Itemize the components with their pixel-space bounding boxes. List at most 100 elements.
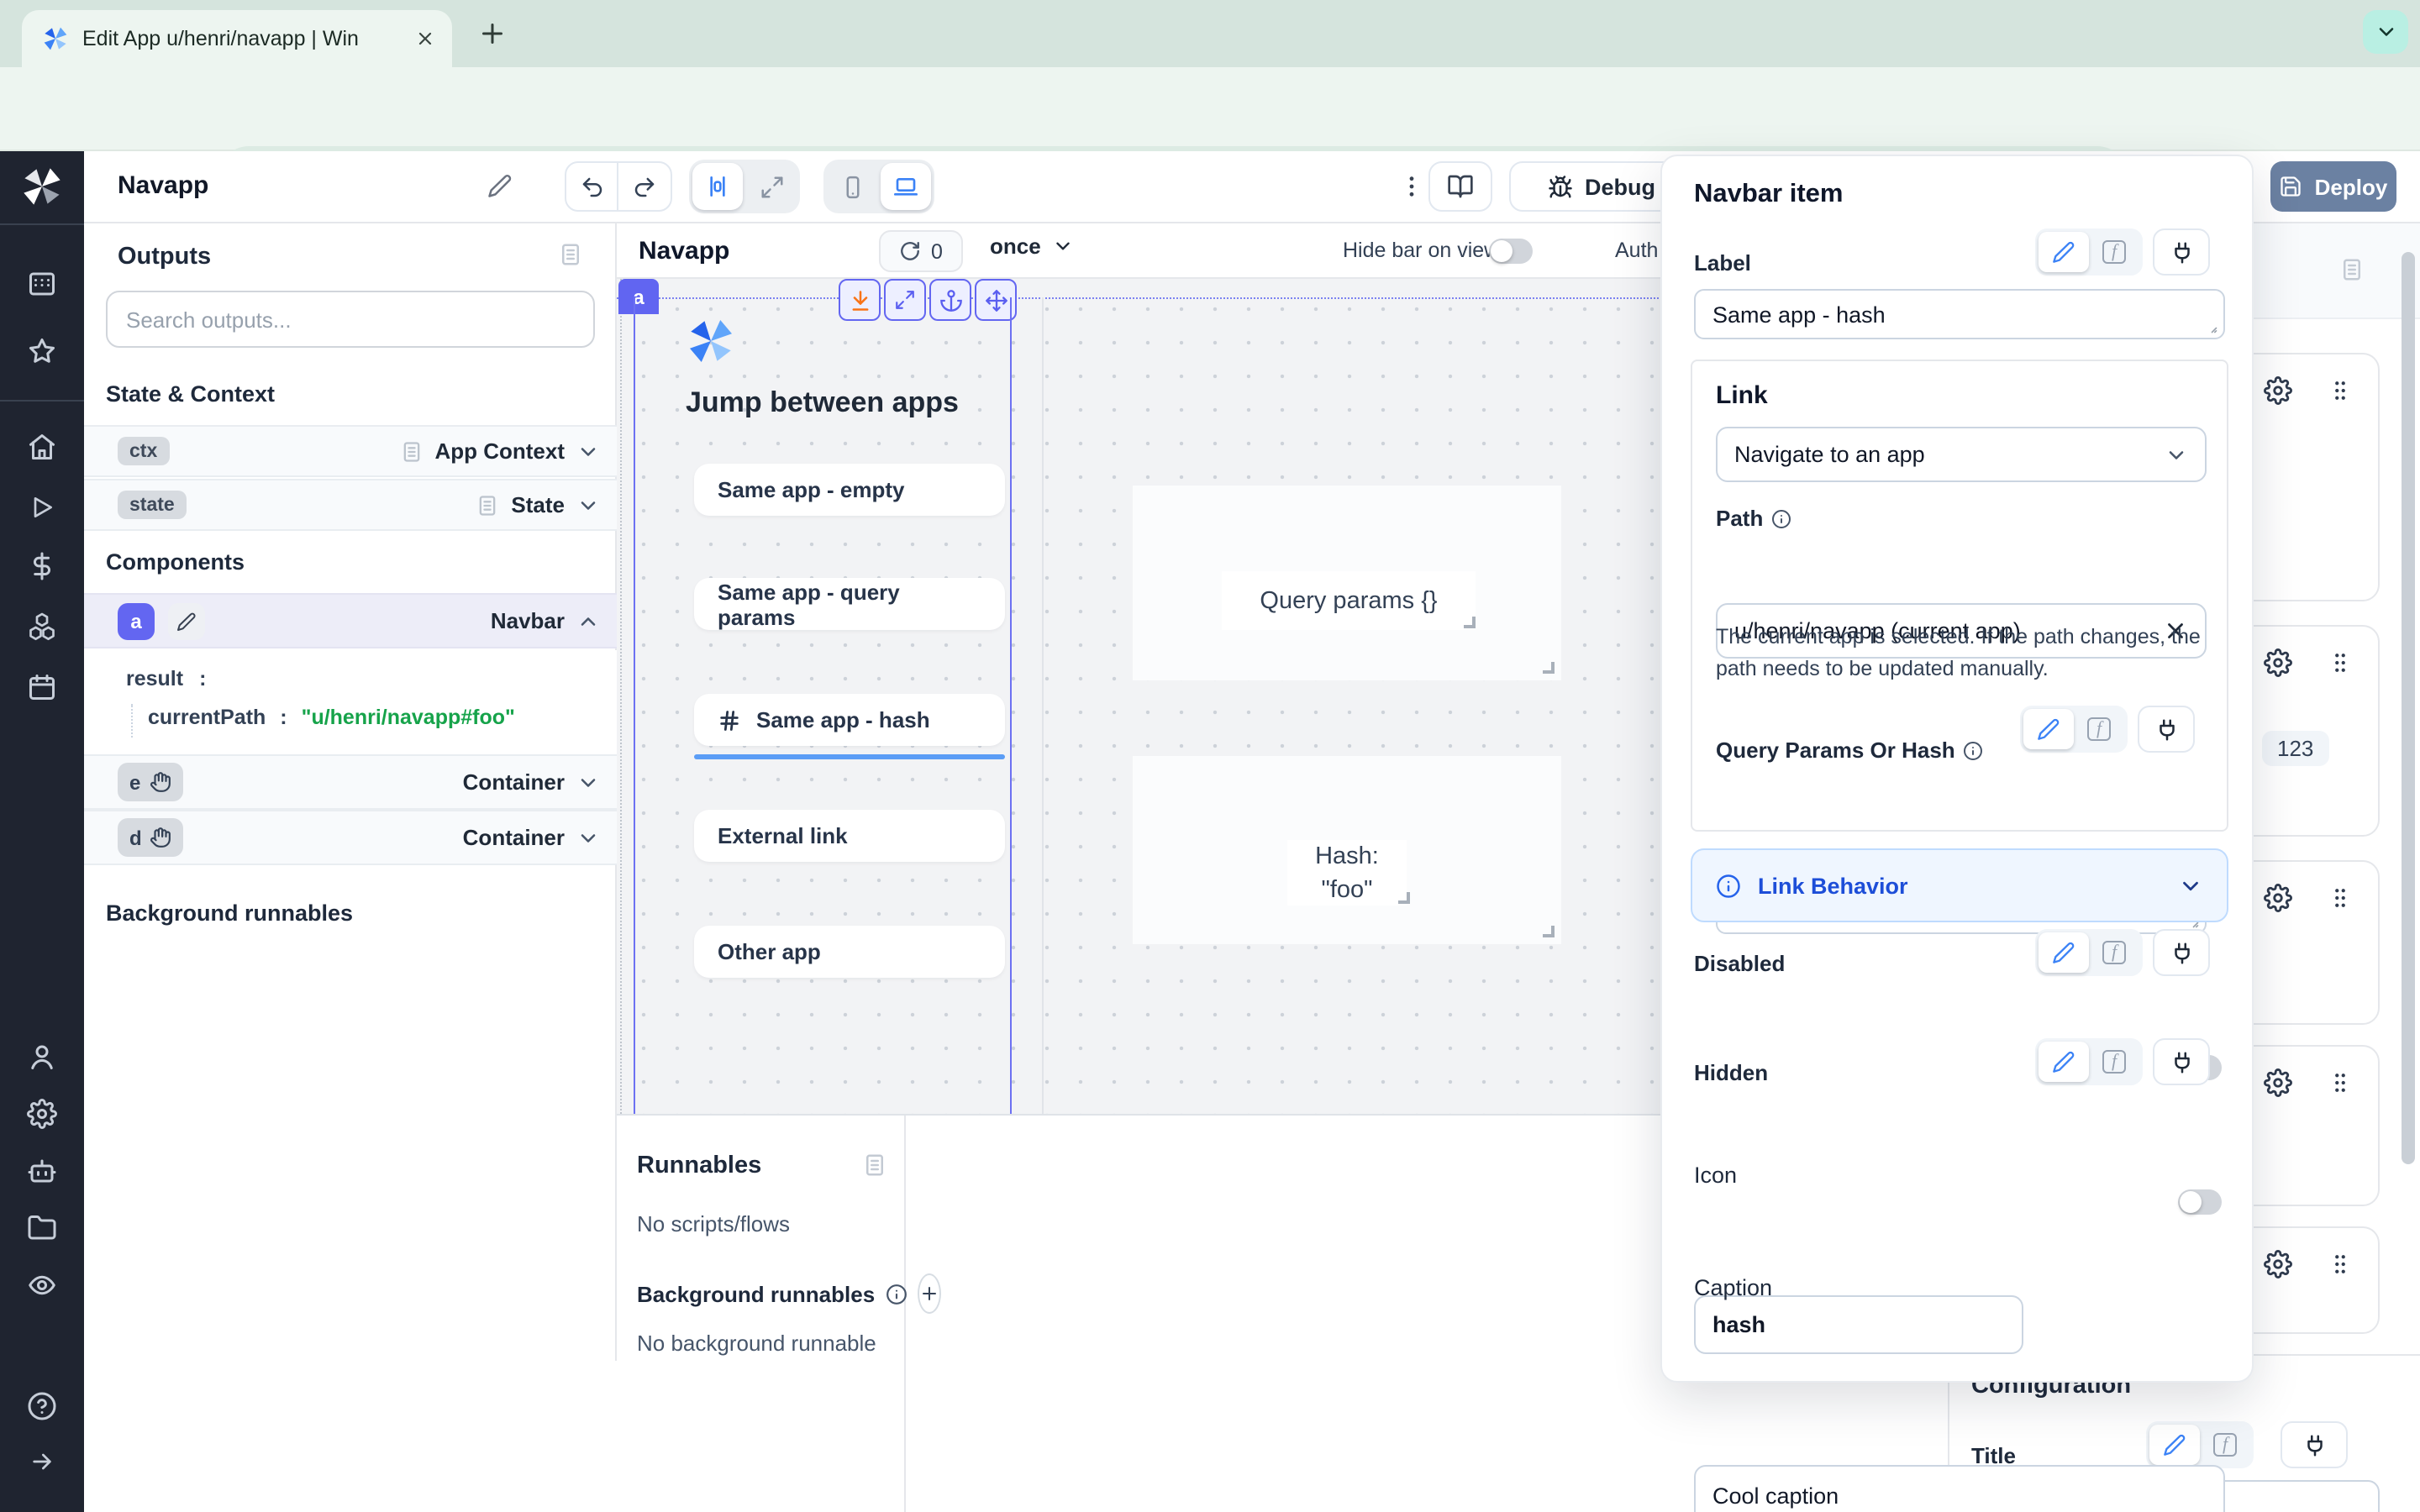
component-expand-button[interactable] (884, 279, 926, 321)
rail-apps-icon[interactable] (27, 269, 57, 299)
docs-button[interactable] (1428, 161, 1492, 212)
component-anchor-button[interactable] (929, 279, 971, 321)
hash-text-box[interactable]: Hash: "foo" (1287, 840, 1407, 906)
query-params-text-box[interactable]: Query params {} (1222, 571, 1476, 630)
drag-handle-grip-icon[interactable] (2328, 1070, 2353, 1095)
tab-close-icon[interactable] (415, 29, 435, 49)
nav-item-external-link[interactable]: External link (694, 810, 1005, 862)
rail-workers-icon[interactable] (27, 1156, 57, 1186)
panel-collapse-icon[interactable] (2339, 257, 2365, 282)
undo-button[interactable] (566, 163, 618, 210)
sidebar-scrollbar[interactable] (2402, 252, 2415, 1164)
hidden-toggle[interactable] (2178, 1189, 2222, 1215)
desktop-preview-button[interactable] (881, 163, 931, 210)
drag-handle-grip-icon[interactable] (2328, 650, 2353, 675)
chevron-down-icon[interactable] (576, 439, 600, 463)
query-params-container[interactable]: Query params {} (1133, 486, 1561, 680)
link-behavior-collapsible[interactable]: Link Behavior (1691, 848, 2228, 922)
container-d-chip[interactable]: d (118, 818, 184, 857)
schedule-dropdown[interactable]: once (990, 234, 1075, 259)
rail-expand-arrow-icon[interactable] (29, 1448, 55, 1475)
rail-settings-gear-icon[interactable] (27, 1099, 57, 1129)
icon-input[interactable]: hash (1694, 1295, 2023, 1354)
outputs-search[interactable] (106, 291, 595, 348)
resize-corner[interactable] (1543, 662, 1555, 674)
rail-folders-icon[interactable] (27, 1213, 57, 1243)
drag-handle-grip-icon[interactable] (2328, 885, 2353, 911)
expression-editor-button[interactable]: f (2089, 1042, 2139, 1082)
new-tab-button[interactable] (477, 18, 508, 49)
ctx-row[interactable]: ctx App Context (84, 425, 617, 477)
nav-item-other-app[interactable]: Other app (694, 926, 1005, 978)
hide-bar-toggle[interactable] (1489, 239, 1533, 264)
gear-icon[interactable] (2264, 1250, 2292, 1278)
chevron-down-icon[interactable] (576, 770, 600, 794)
gear-icon[interactable] (2264, 884, 2292, 912)
expression-editor-button[interactable]: f (2089, 932, 2139, 973)
expression-editor-button[interactable]: f (2200, 1425, 2250, 1465)
refresh-count-button[interactable]: 0 (879, 230, 963, 272)
panel-collapse-icon[interactable] (862, 1152, 887, 1178)
rail-schedules-icon[interactable] (27, 672, 57, 702)
expression-editor-button[interactable]: f (2089, 232, 2139, 272)
chevron-down-icon[interactable] (576, 826, 600, 849)
more-options-kebab-icon[interactable] (1398, 173, 1425, 200)
centered-layout-button[interactable] (692, 163, 743, 210)
connect-plug-button[interactable] (2138, 706, 2195, 753)
hash-container[interactable]: Hash: "foo" (1133, 756, 1561, 944)
connect-plug-button[interactable] (2153, 1038, 2210, 1085)
gear-icon[interactable] (2264, 376, 2292, 405)
static-editor-button[interactable] (2039, 1042, 2089, 1082)
edit-title-pencil-icon[interactable] (487, 173, 513, 198)
rail-variables-icon[interactable] (27, 551, 57, 581)
fullwidth-layout-button[interactable] (746, 163, 797, 210)
container-e-chip[interactable]: e (118, 763, 182, 801)
nav-item-same-app-empty[interactable]: Same app - empty (694, 464, 1005, 516)
static-editor-button[interactable] (2039, 232, 2089, 272)
rail-favorites-star-icon[interactable] (27, 336, 57, 366)
mobile-preview-button[interactable] (827, 163, 877, 210)
resize-corner[interactable] (1543, 926, 1555, 937)
gear-icon[interactable] (2264, 648, 2292, 677)
navbar-component-row[interactable]: a Navbar (84, 593, 617, 648)
caption-input[interactable]: Cool caption (1694, 1465, 2225, 1512)
drag-handle-grip-icon[interactable] (2328, 1252, 2353, 1277)
expression-editor-button[interactable]: f (2074, 709, 2124, 749)
rail-users-icon[interactable] (27, 1042, 57, 1072)
chevron-down-icon[interactable] (576, 493, 600, 517)
connect-plug-button[interactable] (2153, 929, 2210, 976)
label-textarea[interactable]: Same app - hash (1694, 289, 2225, 339)
resize-corner[interactable] (1464, 617, 1476, 628)
rail-help-icon[interactable] (27, 1391, 57, 1421)
tab-search-button[interactable] (2363, 10, 2408, 54)
search-outputs-input[interactable] (126, 307, 575, 332)
container-d-row[interactable]: d Container (84, 810, 617, 865)
edit-component-pencil[interactable] (168, 602, 205, 639)
redo-button[interactable] (618, 163, 671, 210)
rail-home-icon[interactable] (27, 432, 57, 462)
nav-item-same-app-hash[interactable]: Same app - hash (694, 694, 1005, 746)
resize-handle-icon[interactable] (2202, 318, 2218, 334)
drag-handle-grip-icon[interactable] (2328, 378, 2353, 403)
connect-plug-button[interactable] (2153, 228, 2210, 276)
rail-audit-eye-icon[interactable] (27, 1270, 57, 1300)
deploy-button[interactable]: Deploy (2270, 161, 2396, 212)
static-editor-button[interactable] (2039, 932, 2089, 973)
windmill-logo-icon[interactable] (20, 165, 64, 208)
browser-tab[interactable]: Edit App u/henri/navapp | Win (22, 10, 452, 67)
component-fill-height-button[interactable] (839, 279, 881, 321)
panel-collapse-icon[interactable] (558, 242, 583, 267)
static-editor-button[interactable] (2023, 709, 2074, 749)
chevron-up-icon[interactable] (576, 609, 600, 633)
nav-item-query-params[interactable]: Same app - query params (694, 578, 1005, 630)
connect-plug-button[interactable] (2281, 1421, 2348, 1468)
rail-resources-icon[interactable] (27, 612, 57, 642)
resize-corner[interactable] (1398, 892, 1410, 904)
gear-icon[interactable] (2264, 1068, 2292, 1097)
link-type-select[interactable]: Navigate to an app (1716, 427, 2207, 482)
add-background-runnable-button[interactable] (917, 1273, 940, 1314)
container-e-row[interactable]: e Container (84, 754, 617, 810)
rail-runs-icon[interactable] (29, 494, 55, 521)
static-editor-button[interactable] (2149, 1425, 2200, 1465)
selected-component-tag[interactable]: a (618, 279, 659, 314)
